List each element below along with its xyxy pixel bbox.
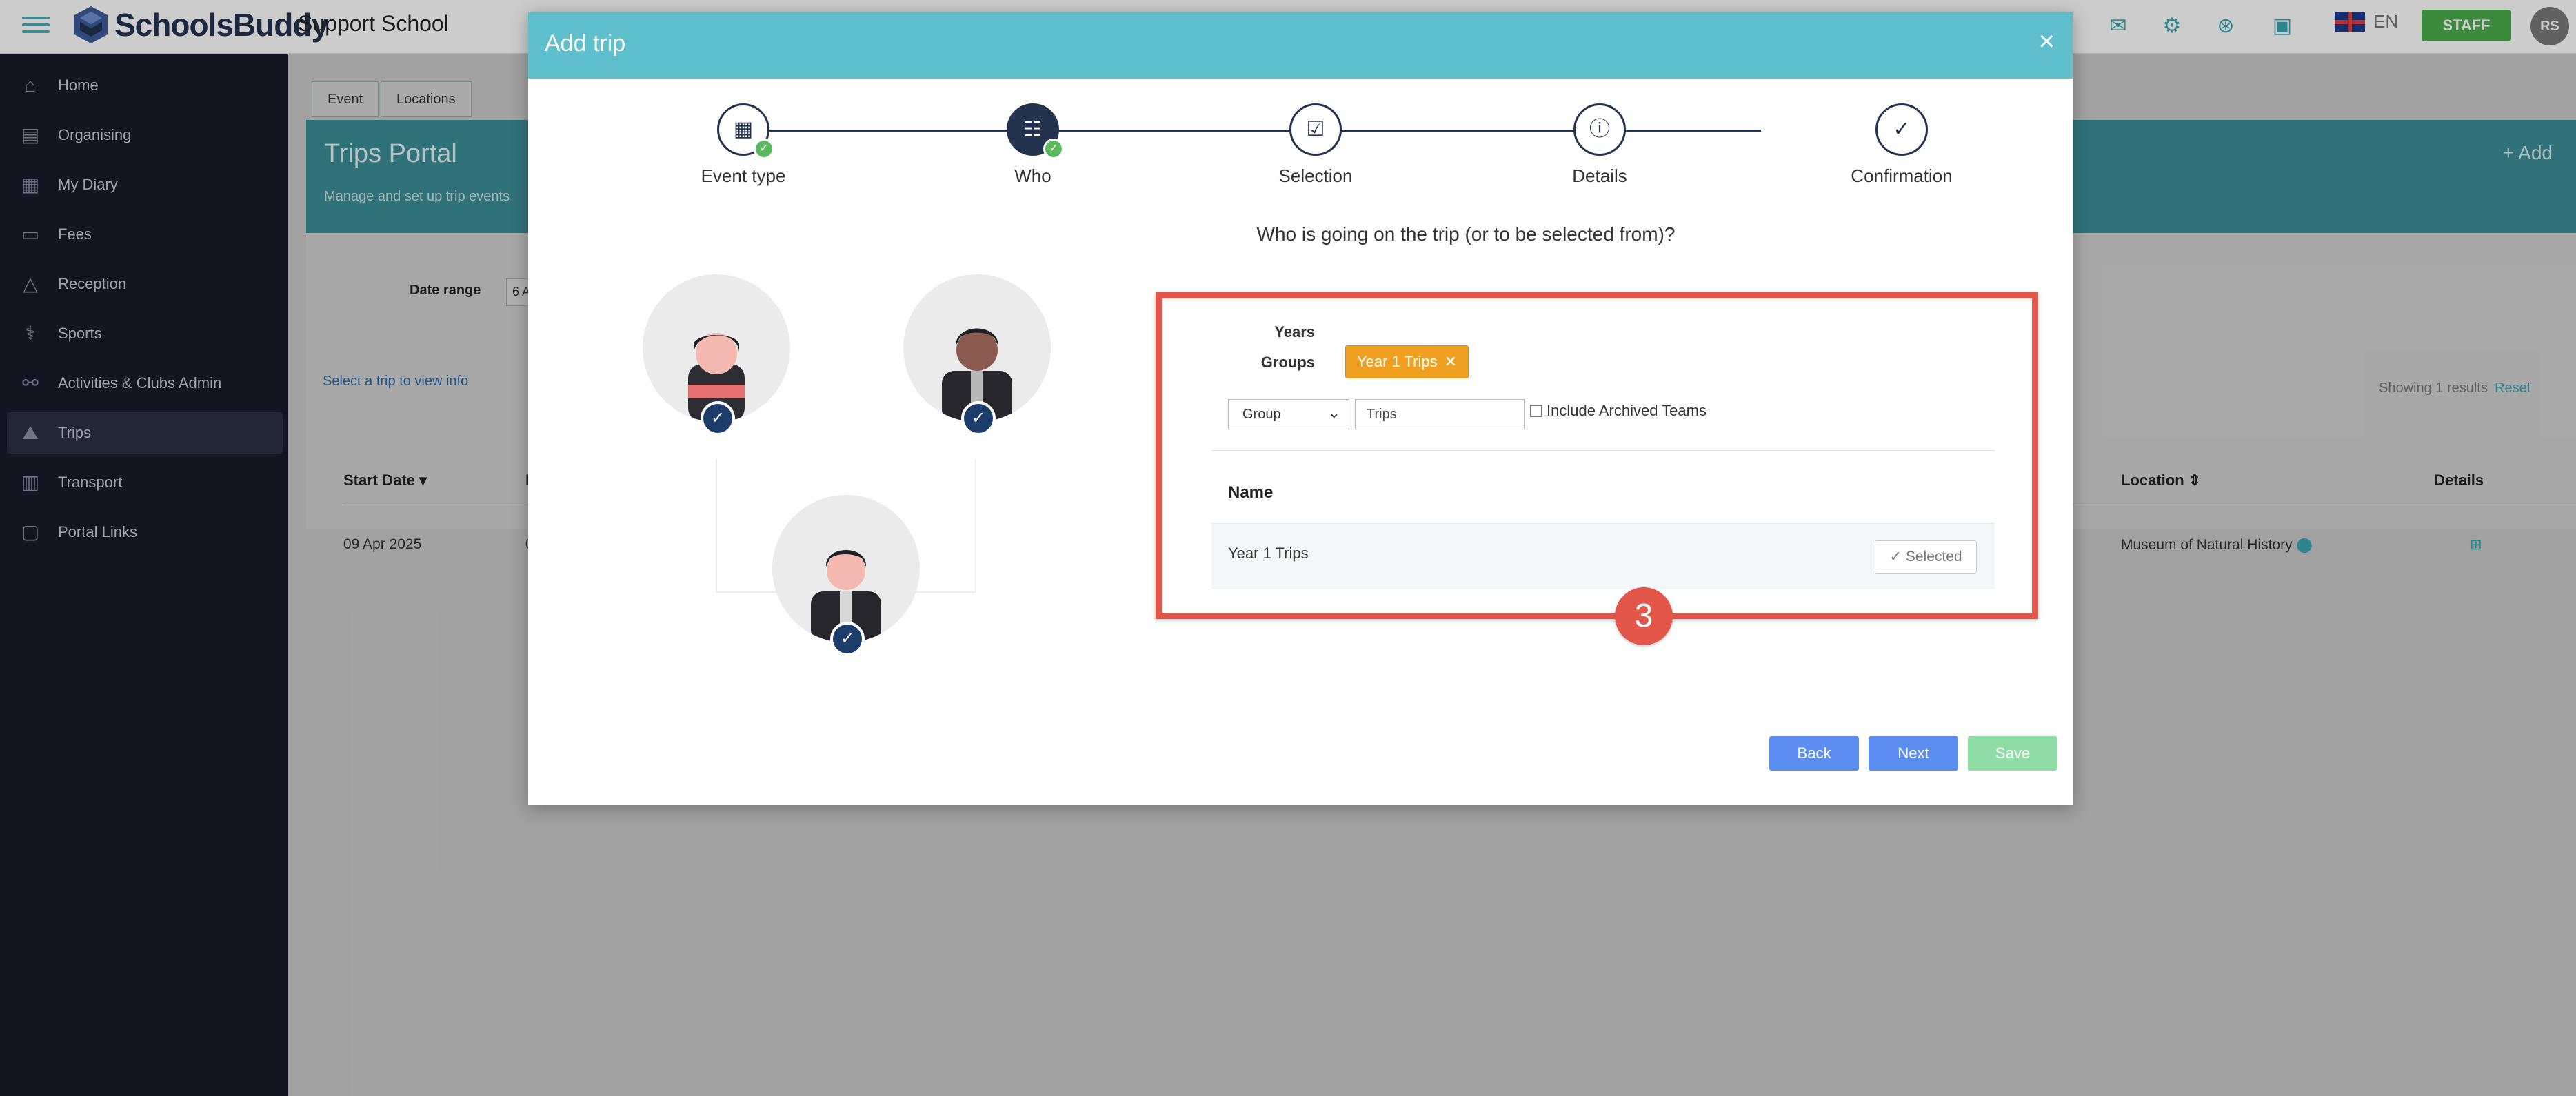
person-illustration-boy — [772, 495, 920, 642]
step-confirmation[interactable]: ✓ — [1875, 103, 1928, 156]
step-label-confirmation: Confirmation — [1851, 165, 1953, 186]
step-label-details: Details — [1572, 165, 1627, 186]
select-value: Group — [1242, 407, 1281, 422]
include-archived-option[interactable]: Include Archived Teams — [1530, 402, 1707, 420]
next-button[interactable]: Next — [1869, 736, 1958, 771]
group-search-input[interactable]: Trips — [1355, 399, 1525, 429]
checkbox-icon: ☑ — [1306, 118, 1325, 141]
chip-label: Year 1 Trips — [1357, 353, 1438, 370]
check-icon: ✓ — [754, 139, 774, 159]
person-illustration-man — [903, 274, 1051, 422]
group-type-select[interactable]: Group ⌄ — [1228, 399, 1349, 429]
chevron-down-icon: ⌄ — [1327, 404, 1340, 421]
step-number-badge: 3 — [1615, 587, 1673, 645]
years-label: Years — [1274, 323, 1315, 341]
section-divider — [1211, 450, 1995, 451]
who-selection-panel: Years Groups Year 1 Trips ✕ Group ⌄ Trips … — [1156, 292, 2038, 619]
check-icon: ✓ — [961, 401, 996, 436]
check-icon: ✓ — [1889, 549, 1902, 565]
step-details[interactable]: ⓘ — [1573, 103, 1626, 156]
selected-label: Selected — [1905, 549, 1962, 565]
modal-title: Add trip — [545, 30, 626, 57]
check-icon: ✓ — [701, 401, 735, 436]
who-question: Who is going on the trip (or to be selec… — [1256, 223, 1676, 245]
step-label-selection: Selection — [1278, 165, 1353, 186]
info-icon: ⓘ — [1589, 118, 1610, 141]
step-label-who: Who — [1014, 165, 1051, 186]
row-group-name: Year 1 Trips — [1228, 545, 1309, 562]
person-illustration-girl — [643, 274, 790, 422]
include-archived-checkbox[interactable] — [1530, 405, 1542, 417]
save-button[interactable]: Save — [1968, 736, 2057, 771]
check-icon: ✓ — [1043, 139, 1064, 159]
modal-header: Add trip × — [528, 12, 2073, 79]
group-chip-year-1-trips[interactable]: Year 1 Trips ✕ — [1345, 345, 1469, 378]
table-row[interactable]: Year 1 Trips ✓ Selected — [1211, 523, 1995, 589]
name-column-header: Name — [1228, 483, 1274, 502]
step-label-event-type: Event type — [701, 165, 786, 186]
add-trip-modal: Add trip × ▦ ✓ Event type ☷ ✓ Who ☑ Sele… — [528, 12, 2073, 805]
selected-button[interactable]: ✓ Selected — [1875, 540, 1977, 574]
close-icon[interactable]: × — [2039, 26, 2055, 57]
include-archived-label: Include Archived Teams — [1547, 402, 1707, 419]
groups-label: Groups — [1260, 354, 1315, 371]
step-who[interactable]: ☷ ✓ — [1007, 103, 1064, 159]
step-selection[interactable]: ☑ — [1289, 103, 1342, 156]
check-circle-icon: ✓ — [1893, 118, 1911, 141]
back-button[interactable]: Back — [1769, 736, 1859, 771]
step-event-type[interactable]: ▦ ✓ — [717, 103, 774, 159]
check-icon: ✓ — [830, 622, 865, 656]
remove-icon[interactable]: ✕ — [1445, 353, 1457, 370]
